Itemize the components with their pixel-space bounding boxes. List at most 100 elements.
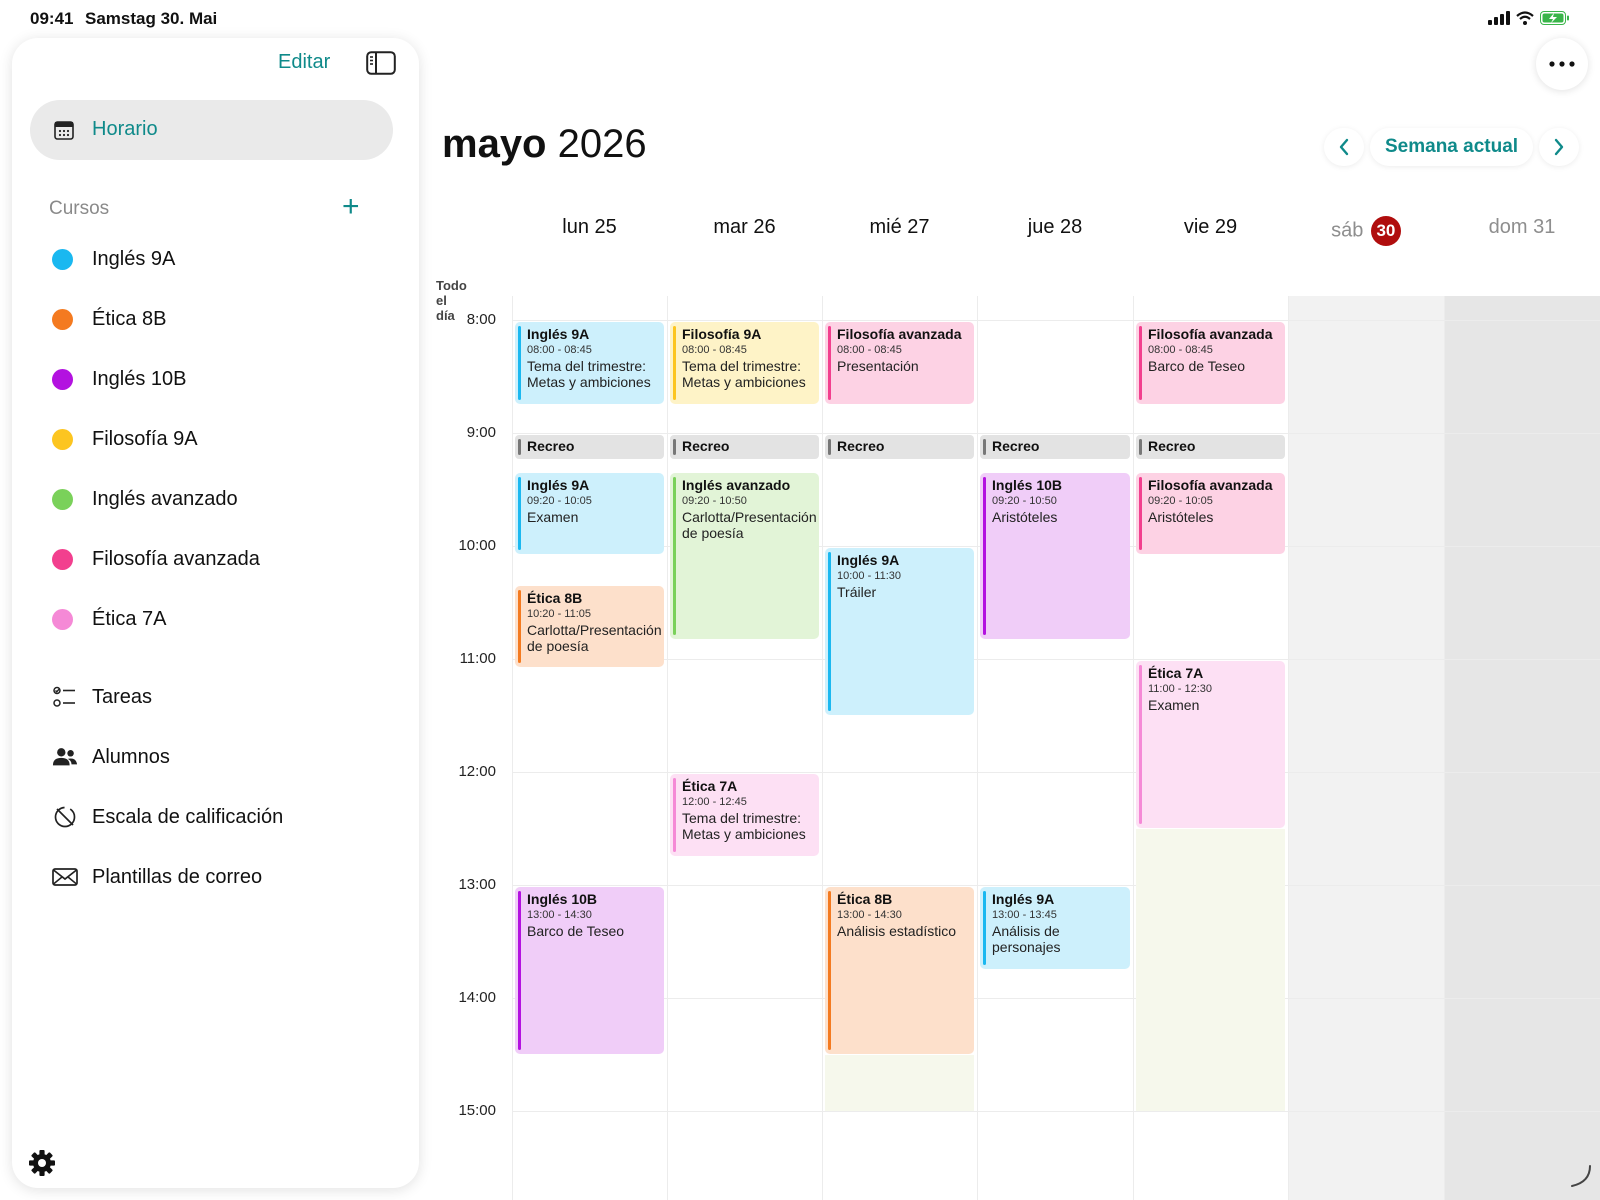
next-week-button[interactable]: [1539, 128, 1580, 166]
today-badge: 30: [1370, 216, 1401, 246]
recess-block[interactable]: Recreo: [980, 435, 1130, 459]
people-icon: [52, 744, 78, 770]
recess-block[interactable]: Recreo: [1136, 435, 1285, 459]
more-options-button[interactable]: [1536, 38, 1588, 90]
battery-charging-icon: [1540, 11, 1569, 25]
day-header-label: jue 28: [1027, 216, 1083, 238]
course-item[interactable]: Ética 7A: [52, 604, 166, 634]
event-title: Inglés 9A: [837, 552, 900, 568]
course-label: Filosofía avanzada: [92, 547, 260, 570]
day-column[interactable]: [512, 296, 667, 1200]
wifi-icon: [1516, 11, 1534, 25]
event-title: Inglés 9A: [527, 476, 590, 493]
course-item[interactable]: Inglés 10B: [52, 364, 187, 394]
sidebar-item-grading-scale[interactable]: Escala de calificación: [52, 802, 283, 832]
event-time: 09:20 - 10:05: [527, 494, 592, 507]
day-column[interactable]: [1288, 296, 1444, 1200]
hour-label: 12:00: [458, 763, 496, 780]
envelope-icon: [52, 864, 78, 890]
course-item[interactable]: Filosofía avanzada: [52, 544, 260, 574]
grading-scale-icon: [52, 804, 78, 830]
hour-label: 13:00: [458, 876, 496, 893]
day-header[interactable]: vie 29: [1133, 216, 1288, 239]
gear-icon[interactable]: [27, 1148, 57, 1178]
event-block[interactable]: Inglés 10B 09:20 - 10:50 Aristóteles: [980, 472, 1130, 640]
event-block[interactable]: Ética 7A 12:00 - 12:45 Tema del trimestre:…: [670, 774, 819, 856]
event-block[interactable]: Inglés 9A 13:00 - 13:45 Análisis de person…: [980, 887, 1130, 969]
event-description: Análisis estadístico: [837, 923, 957, 939]
event-block[interactable]: Ética 8B 10:20 - 11:05 Carlotta/Presentaci…: [515, 585, 664, 668]
day-header[interactable]: sáb 30: [1288, 216, 1444, 246]
sidebar-item-people[interactable]: Alumnos: [52, 742, 170, 772]
event-block[interactable]: Ética 8B 13:00 - 14:30 Análisis estadístic…: [825, 887, 974, 1054]
sidebar-item-label: Horario: [92, 118, 158, 140]
sidebar-item-checklist[interactable]: Tareas: [52, 682, 152, 712]
day-header[interactable]: dom 31: [1444, 216, 1600, 239]
event-block[interactable]: Ética 7A 11:00 - 12:30 Examen: [1136, 661, 1285, 828]
edit-button[interactable]: Editar: [278, 51, 330, 74]
event-block[interactable]: Filosofía avanzada 08:00 - 08:45 Barco de …: [1136, 322, 1285, 404]
event-block[interactable]: Inglés 9A 08:00 - 08:45 Tema del trimestre…: [515, 322, 664, 404]
recess-block[interactable]: Recreo: [825, 435, 974, 459]
day-header-label: mar 26: [713, 216, 776, 238]
event-block[interactable]: Inglés 10B 13:00 - 14:30 Barco de Teseo: [515, 887, 664, 1054]
day-header[interactable]: lun 25: [512, 216, 667, 239]
event-block[interactable]: Inglés 9A 10:00 - 11:30 Tráiler: [825, 548, 974, 715]
sidebar-toggle-icon[interactable]: [366, 51, 396, 75]
course-label: Filosofía 9A: [92, 427, 198, 450]
sidebar-item-label: Escala de calificación: [92, 805, 284, 828]
event-color-bar: [1139, 326, 1142, 400]
recess-color-bar: [828, 439, 831, 455]
title-year: 2026: [557, 122, 647, 166]
event-color-bar: [518, 891, 521, 1050]
recess-block[interactable]: Recreo: [515, 435, 664, 459]
event-color-bar: [518, 589, 521, 664]
event-description: Tráiler: [837, 584, 877, 600]
day-header[interactable]: jue 28: [977, 216, 1133, 239]
event-title: Inglés avanzado: [682, 476, 791, 493]
event-block[interactable]: Inglés 9A 09:20 - 10:05 Examen: [515, 472, 664, 555]
day-column[interactable]: [977, 296, 1133, 1200]
event-description: Carlotta/Presentación de poesía: [527, 621, 662, 654]
course-item[interactable]: Ética 8B: [52, 304, 166, 334]
status-date: Samstag 30. Mai: [85, 9, 218, 28]
course-label: Inglés 9A: [92, 247, 176, 270]
current-week-button[interactable]: Semana actual: [1370, 128, 1534, 166]
day-header[interactable]: mar 26: [667, 216, 822, 239]
day-header-label: dom 31: [1488, 216, 1556, 238]
day-header-label: vie 29: [1183, 216, 1238, 238]
event-color-bar: [828, 552, 831, 711]
recess-label: Recreo: [837, 438, 885, 454]
previous-week-button[interactable]: [1324, 128, 1364, 166]
event-time: 09:20 - 10:05: [1148, 494, 1213, 507]
sidebar-item-envelope[interactable]: Plantillas de correo: [52, 862, 262, 892]
day-column[interactable]: [1444, 296, 1600, 1200]
event-block[interactable]: Filosofía avanzada 08:00 - 08:45 Presentac…: [825, 322, 974, 404]
event-color-bar: [828, 891, 831, 1050]
title-month: mayo: [442, 122, 547, 166]
add-course-button[interactable]: +: [342, 190, 360, 224]
recess-color-bar: [983, 439, 986, 455]
event-color-bar: [828, 326, 831, 400]
event-color-bar: [518, 476, 521, 551]
recess-block[interactable]: Recreo: [670, 435, 819, 459]
event-description: Aristóteles: [1148, 508, 1214, 525]
event-block[interactable]: Filosofía avanzada 09:20 - 10:05 Aristótel…: [1136, 472, 1285, 555]
day-column[interactable]: [667, 296, 822, 1200]
event-description: Examen: [527, 508, 579, 525]
event-time: 11:00 - 12:30: [1148, 683, 1213, 695]
course-item[interactable]: Inglés 9A: [52, 244, 175, 274]
course-item[interactable]: Filosofía 9A: [52, 424, 198, 454]
event-color-bar: [518, 326, 521, 400]
event-title: Ética 8B: [527, 589, 583, 606]
event-time: 08:00 - 08:45: [1148, 344, 1213, 356]
event-block[interactable]: Filosofía 9A 08:00 - 08:45 Tema del trimes…: [670, 322, 819, 404]
resize-handle-icon: [1571, 1165, 1591, 1187]
day-header[interactable]: mié 27: [822, 216, 977, 239]
sidebar-item-horario[interactable]: Horario: [30, 100, 393, 160]
course-item[interactable]: Inglés avanzado: [52, 484, 238, 514]
day-header-label: mié 27: [869, 216, 930, 238]
course-color-dot: [52, 488, 73, 510]
event-title: Ética 8B: [837, 891, 893, 907]
event-block[interactable]: Inglés avanzado 09:20 - 10:50 Carlotta/Pre…: [670, 472, 819, 640]
